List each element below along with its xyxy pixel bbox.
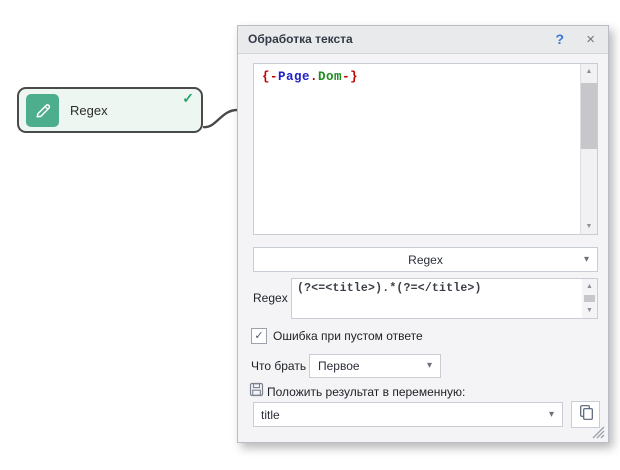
scroll-thumb[interactable]	[581, 83, 597, 149]
success-check-icon: ✓	[182, 90, 194, 107]
scroll-up-icon[interactable]: ▲	[581, 64, 597, 79]
source-text-editor[interactable]: {-Page.Dom-} ▲ ▼	[253, 63, 598, 235]
macro-open: {-	[262, 70, 278, 84]
regex-field-label: Regex	[253, 278, 288, 318]
save-label: Положить результат в переменную:	[267, 385, 465, 399]
save-icon	[249, 382, 264, 402]
help-icon[interactable]: ?	[555, 26, 564, 53]
variable-combobox[interactable]: title ▾	[253, 402, 563, 427]
take-label: Что брать	[251, 354, 306, 378]
copy-icon	[578, 404, 594, 425]
error-checkbox-row: ✓ Ошибка при пустом ответе	[251, 328, 423, 344]
macro-dot: .	[310, 70, 318, 84]
scroll-down-icon[interactable]: ▼	[581, 219, 597, 234]
panel-title: Обработка текста	[248, 26, 353, 53]
action-dropdown[interactable]: Regex ▾	[253, 247, 598, 272]
chevron-down-icon: ▾	[427, 361, 432, 371]
regex-value: (?<=<title>).*(?=</title>)	[292, 279, 597, 295]
macro-close: -}	[342, 70, 358, 84]
macro-object: Page	[278, 70, 310, 84]
pencil-icon	[26, 94, 59, 127]
save-row: Положить результат в переменную:	[249, 382, 465, 402]
source-scrollbar[interactable]: ▲ ▼	[580, 64, 597, 234]
variable-value: title	[254, 408, 280, 422]
macro-property: Dom	[318, 70, 342, 84]
check-icon: ✓	[254, 331, 263, 342]
text-processing-panel: Обработка текста ? × {-Page.Dom-} ▲ ▼ Re…	[237, 25, 609, 443]
macro-text: {-Page.Dom-}	[254, 64, 597, 84]
panel-header: Обработка текста ? ×	[238, 26, 608, 54]
scroll-thumb[interactable]	[584, 295, 595, 302]
take-dropdown-value: Первое	[310, 359, 360, 373]
regex-node[interactable]: Regex ✓	[17, 87, 203, 133]
close-icon[interactable]: ×	[586, 26, 595, 53]
scroll-down-icon[interactable]: ▼	[582, 303, 597, 318]
scroll-up-icon[interactable]: ▲	[582, 279, 597, 294]
chevron-down-icon: ▾	[584, 255, 589, 265]
chevron-down-icon: ▾	[549, 410, 554, 420]
copy-variable-button[interactable]	[571, 401, 600, 428]
regex-input[interactable]: (?<=<title>).*(?=</title>) ▲ ▼	[291, 278, 598, 319]
regex-scrollbar[interactable]: ▲ ▼	[582, 279, 597, 318]
resize-grip[interactable]	[591, 425, 605, 439]
error-checkbox[interactable]: ✓	[251, 328, 267, 344]
action-dropdown-value: Regex	[408, 253, 443, 267]
take-dropdown[interactable]: Первое ▾	[309, 354, 441, 378]
node-label: Regex	[70, 103, 108, 118]
error-checkbox-label: Ошибка при пустом ответе	[273, 329, 423, 343]
